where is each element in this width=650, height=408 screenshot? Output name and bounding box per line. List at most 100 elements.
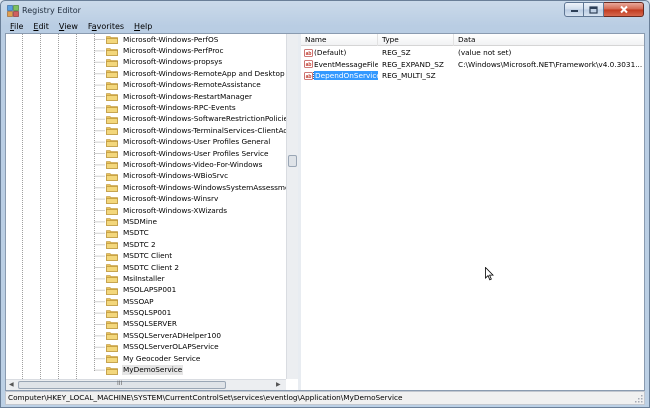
tree-node-label: Microsoft-Windows-WindowsSystemAssessmen…: [123, 182, 298, 192]
svg-text:ab: ab: [306, 62, 312, 68]
menu-file[interactable]: File: [5, 21, 28, 33]
client-area: Microsoft-Windows-PerfOS Microsoft-Window…: [5, 33, 645, 391]
tree-node-label: Microsoft-Windows-Video-For-Windows: [123, 159, 263, 169]
tree-node[interactable]: MSOLAPSP001: [106, 285, 286, 296]
registry-tree-pane[interactable]: Microsoft-Windows-PerfOS Microsoft-Window…: [6, 34, 298, 390]
tree-horizontal-scrollbar[interactable]: ◀ III ▶: [6, 379, 286, 390]
menu-view[interactable]: View: [54, 21, 83, 33]
folder-icon: [106, 81, 118, 90]
tree-node[interactable]: Microsoft-Windows-RestartManager: [106, 91, 286, 102]
tree-node[interactable]: Microsoft-Windows-Winsrv: [106, 193, 286, 204]
tree-node-label: MSDTC Client 2: [123, 262, 180, 272]
values-list-pane[interactable]: Name Type Data ab (Default) REG_SZ (value n…: [301, 34, 644, 390]
tree-node[interactable]: MSSOAP: [106, 296, 286, 307]
minimize-button[interactable]: [564, 2, 584, 17]
folder-icon: [106, 59, 118, 67]
value-type: REG_EXPAND_SZ: [382, 59, 444, 69]
tree-node[interactable]: My Geocoder Service: [106, 353, 286, 364]
tree-node[interactable]: MSSQLSERVER: [106, 319, 286, 330]
folder-icon: [106, 47, 118, 56]
scroll-left-arrow-icon[interactable]: ◀: [9, 380, 14, 390]
folder-icon: [106, 241, 118, 250]
tree-node-label: MSSQLSP001: [123, 308, 172, 318]
tree-node[interactable]: Microsoft-Windows-User Profiles General: [106, 137, 286, 148]
tree-node[interactable]: Microsoft-Windows-propsys: [106, 57, 286, 68]
value-row[interactable]: ab DependOnService REG_MULTI_SZ: [301, 70, 644, 82]
svg-text:ab: ab: [306, 74, 312, 80]
tree-node-label: Microsoft-Windows-TerminalServices-Clien…: [123, 125, 293, 135]
tree-node-label: MSSQLSERVER: [123, 319, 177, 329]
folder-icon: [106, 116, 118, 124]
column-header-name[interactable]: Name: [301, 34, 378, 46]
maximize-button[interactable]: [584, 2, 604, 17]
maximize-icon: [589, 5, 598, 14]
tree-node-label: MyDemoService: [122, 365, 184, 376]
folder-icon: [106, 332, 118, 341]
value-name: (Default): [314, 48, 347, 58]
tree-node[interactable]: MyDemoService: [106, 364, 286, 376]
tree-node[interactable]: Microsoft-Windows-WindowsSystemAssessmen…: [106, 182, 297, 193]
menu-bar: File Edit View Favorites Help: [5, 21, 645, 33]
tree-vertical-scrollbar[interactable]: [286, 34, 298, 379]
tree-node[interactable]: MSSQLServerADHelper100: [106, 330, 286, 341]
status-bar: Computer\HKEY_LOCAL_MACHINE\SYSTEM\Curre…: [5, 391, 645, 405]
tree-node-label: Microsoft-Windows-RemoteAssistance: [123, 80, 261, 90]
folder-icon: [106, 298, 118, 306]
resize-grip-icon[interactable]: [634, 394, 643, 403]
minimize-icon: [570, 9, 578, 12]
tree-node[interactable]: Microsoft-Windows-RemoteAssistance: [106, 80, 286, 91]
tree-horizontal-scroll-thumb[interactable]: III: [18, 380, 226, 389]
folder-icon: [106, 252, 118, 261]
menu-favorites[interactable]: Favorites: [83, 21, 129, 33]
tree-node[interactable]: Microsoft-Windows-XWizards: [106, 205, 286, 216]
window-title: Registry Editor: [22, 6, 81, 15]
tree-node[interactable]: Microsoft-Windows-PerfOS: [106, 34, 286, 45]
title-bar[interactable]: Registry Editor: [1, 1, 649, 21]
tree-node-label: Microsoft-Windows-propsys: [123, 57, 223, 67]
tree-node[interactable]: Microsoft-Windows-User Profiles Service: [106, 148, 286, 159]
tree-node[interactable]: MSDTC: [106, 228, 286, 239]
tree-node-label: My Geocoder Service: [123, 353, 201, 363]
tree-node-label: Microsoft-Windows-RemoteApp and Desktop …: [123, 68, 297, 78]
menu-edit[interactable]: Edit: [28, 21, 54, 33]
tree-node[interactable]: MSDTC 2: [106, 239, 286, 250]
menu-help[interactable]: Help: [129, 21, 157, 33]
status-path: Computer\HKEY_LOCAL_MACHINE\SYSTEM\Curre…: [8, 393, 403, 402]
registry-editor-icon: [7, 5, 19, 17]
value-name-cell: ab EventMessageFile: [301, 60, 378, 69]
folder-icon: [106, 343, 118, 352]
tree-node-label: MSSOAP: [123, 296, 154, 306]
value-data: C:\Windows\Microsoft.NET\Framework\v4.0.…: [458, 59, 643, 69]
tree-node[interactable]: Microsoft-Windows-RPC-Events: [106, 102, 286, 113]
tree-node-label: Microsoft-Windows-RPC-Events: [123, 103, 236, 113]
close-button[interactable]: [604, 2, 644, 17]
tree-node[interactable]: Microsoft-Windows-RemoteApp and Desktop …: [106, 68, 297, 79]
tree-node[interactable]: MSDTC Client 2: [106, 262, 286, 273]
tree-node[interactable]: Microsoft-Windows-Video-For-Windows: [106, 159, 286, 170]
value-name: EventMessageFile: [314, 59, 378, 69]
tree-node-label: MsiInstaller: [123, 273, 165, 283]
tree-node[interactable]: MSDMine: [106, 216, 286, 227]
tree-node[interactable]: Microsoft-Windows-TerminalServices-Clien…: [106, 125, 292, 136]
tree-node[interactable]: MsiInstaller: [106, 273, 286, 284]
tree-node[interactable]: Microsoft-Windows-SoftwareRestrictionPol…: [106, 114, 292, 125]
folder-icon: [106, 218, 118, 227]
value-row[interactable]: ab EventMessageFile REG_EXPAND_SZ C:\Window…: [301, 59, 644, 71]
folder-icon: [106, 161, 118, 170]
tree-connector-lines: [22, 34, 105, 379]
folder-icon: [106, 150, 118, 158]
tree-node[interactable]: MSSQLServerOLAPService: [106, 342, 286, 353]
tree-node[interactable]: MSSQLSP001: [106, 307, 286, 318]
tree-vertical-scroll-thumb[interactable]: [288, 155, 297, 167]
column-header-type[interactable]: Type: [378, 34, 454, 46]
tree-node[interactable]: Microsoft-Windows-PerfProc: [106, 45, 286, 56]
value-row[interactable]: ab (Default) REG_SZ (value not set): [301, 47, 644, 59]
tree-node[interactable]: Microsoft-Windows-WBioSrvc: [106, 171, 286, 182]
value-type: REG_MULTI_SZ: [382, 71, 436, 81]
folder-icon: [106, 70, 118, 79]
scroll-right-arrow-icon[interactable]: ▶: [276, 380, 281, 390]
tree-node-label: Microsoft-Windows-PerfOS: [123, 34, 219, 44]
tree-node-label: Microsoft-Windows-XWizards: [123, 205, 228, 215]
tree-node[interactable]: MSDTC Client: [106, 250, 286, 261]
column-header-data[interactable]: Data: [454, 34, 644, 46]
